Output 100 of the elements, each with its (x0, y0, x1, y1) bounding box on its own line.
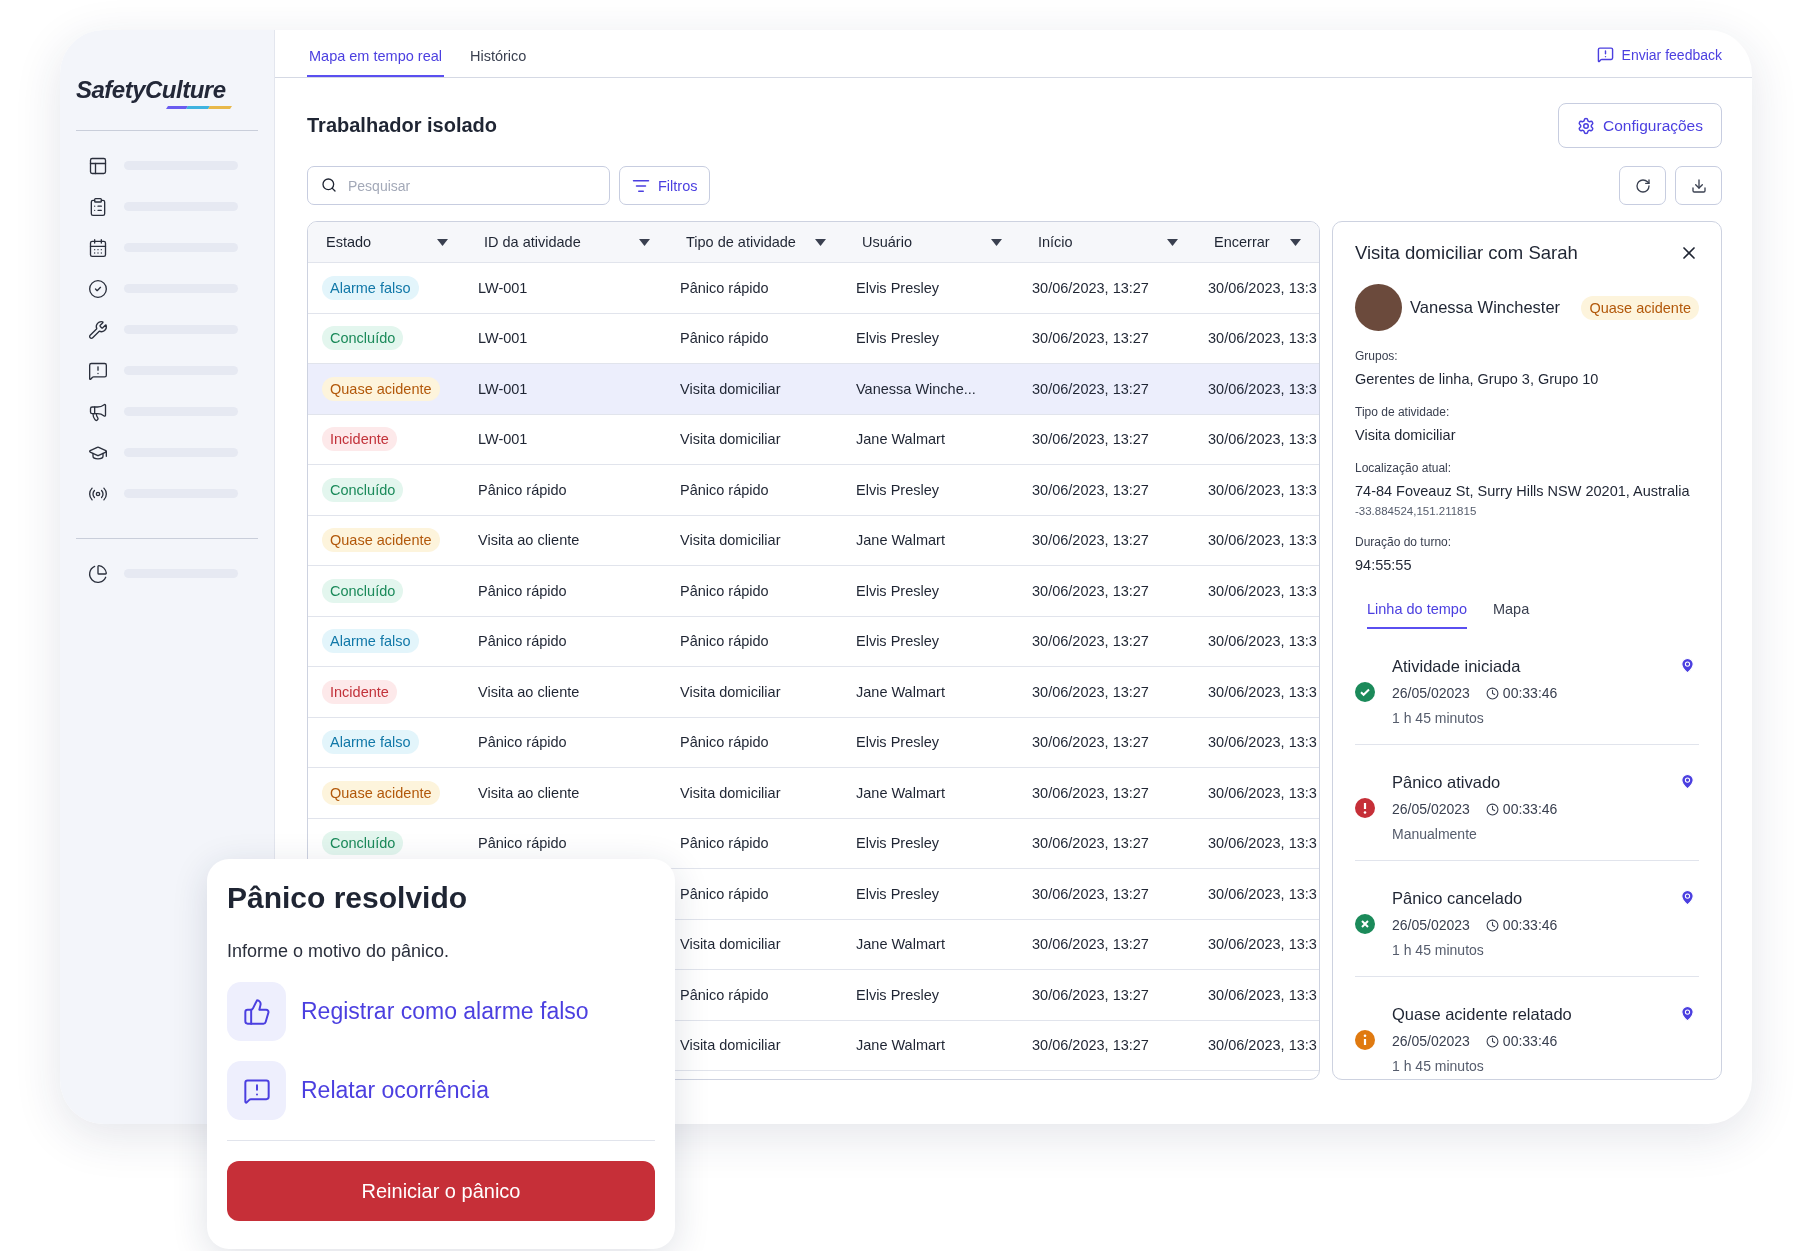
table-cell: Pânico rápido (478, 734, 567, 751)
table-cell: 30/06/2023, 13:27 (1032, 431, 1149, 448)
table-cell: 30/06/2023, 13:3 (1208, 279, 1317, 296)
table-cell: 30/06/2023, 13:27 (1032, 582, 1149, 599)
table-cell: Pânico rápido (478, 835, 567, 852)
table-cell: Visita ao cliente (478, 532, 580, 549)
table-cell: Visita ao cliente (478, 784, 580, 801)
table-cell: LW-001 (478, 279, 528, 296)
table-cell: Elvis Presley (856, 885, 939, 902)
table-cell: 30/06/2023, 13:3 (1208, 431, 1317, 448)
table-cell: Pânico rápido (478, 633, 567, 650)
table-cell: 30/06/2023, 13:27 (1032, 532, 1149, 549)
status-tag: Quase acidente (322, 780, 440, 805)
event-date: 26/05/02023 (1392, 685, 1470, 701)
field-value: 94:55:55 (1355, 557, 1413, 573)
table-cell: Pânico rápido (478, 481, 567, 498)
table-cell: Pânico rápido (680, 835, 769, 852)
event-title: Pânico cancelado (1392, 889, 1524, 908)
status-tag: Alarme falso (322, 629, 419, 654)
table-cell: 30/06/2023, 13:3 (1208, 582, 1317, 599)
status-tag: Incidente (322, 427, 397, 452)
table-cell: LW-001 (478, 380, 528, 397)
table-cell: Visita domiciliar (680, 683, 781, 700)
table-cell: Jane Walmart (856, 1037, 945, 1054)
table-cell: Visita domiciliar (680, 431, 781, 448)
table-cell: 30/06/2023, 13:3 (1208, 633, 1317, 650)
table-cell: 30/06/2023, 13:3 (1208, 936, 1317, 953)
event-note: 1 h 45 minutos (1392, 1058, 1485, 1074)
event-time: 00:33:46 (1502, 801, 1558, 817)
table-cell: 30/06/2023, 13:3 (1208, 885, 1317, 902)
field-value: Visita domiciliar (1355, 427, 1457, 443)
event-time: 00:33:46 (1502, 1033, 1558, 1049)
table-cell: LW-001 (478, 431, 528, 448)
event-date: 26/05/02023 (1392, 917, 1470, 933)
table-cell: Visita ao cliente (478, 683, 580, 700)
table-cell: 30/06/2023, 13:3 (1208, 784, 1317, 801)
status-tag: Alarme falso (322, 730, 419, 755)
status-tag: Concluído (322, 326, 404, 351)
table-cell: Pânico rápido (680, 986, 769, 1003)
table-cell: 30/06/2023, 13:27 (1032, 481, 1149, 498)
field-label: Localização atual: (1355, 461, 1453, 475)
status-tag: Alarme falso (322, 275, 419, 300)
event-title: Quase acidente relatado (1392, 1005, 1573, 1024)
table-cell: 30/06/2023, 13:27 (1032, 835, 1149, 852)
table-cell: Jane Walmart (856, 683, 945, 700)
table-cell: Vanessa Winche... (856, 380, 976, 397)
table-cell: 30/06/2023, 13:3 (1208, 380, 1317, 397)
status-tag: Quase acidente (1581, 295, 1699, 320)
event-note: 1 h 45 minutos (1392, 710, 1485, 726)
table-cell: Elvis Presley (856, 734, 939, 751)
table-cell: 30/06/2023, 13:27 (1032, 936, 1149, 953)
person-name: Vanessa Winchester (1410, 298, 1562, 317)
table-cell: Elvis Presley (856, 835, 939, 852)
event-date: 26/05/02023 (1392, 1033, 1470, 1049)
table-cell: Visita domiciliar (680, 784, 781, 801)
table-cell: 30/06/2023, 13:27 (1032, 885, 1149, 902)
status-tag: Concluído (322, 831, 404, 856)
table-cell: Visita domiciliar (680, 380, 781, 397)
status-tag: Incidente (322, 679, 397, 704)
table-cell: Jane Walmart (856, 936, 945, 953)
status-tag: Concluído (322, 578, 404, 603)
table-cell: Visita domiciliar (680, 1037, 781, 1054)
table-cell: 30/06/2023, 13:27 (1032, 683, 1149, 700)
table-cell: 30/06/2023, 13:27 (1032, 784, 1149, 801)
table-cell: 30/06/2023, 13:27 (1032, 330, 1149, 347)
event-time: 00:33:46 (1502, 917, 1558, 933)
event-date: 26/05/02023 (1392, 801, 1470, 817)
table-cell: Elvis Presley (856, 986, 939, 1003)
table-cell: Visita domiciliar (680, 532, 781, 549)
status-tag: Concluído (322, 477, 404, 502)
field-value: 74-84 Foveauz St, Surry Hills NSW 20201, Australia (1355, 483, 1691, 499)
table-cell: 30/06/2023, 13:27 (1032, 279, 1149, 296)
table-cell: Elvis Presley (856, 481, 939, 498)
table-cell: Elvis Presley (856, 279, 939, 296)
table-cell: Visita domiciliar (680, 936, 781, 953)
table-cell: 30/06/2023, 13:27 (1032, 633, 1149, 650)
table-cell: 30/06/2023, 13:27 (1032, 380, 1149, 397)
coordinates: -33.884524,151.211815 (1355, 505, 1478, 517)
page-title: Trabalhador isolado (307, 114, 498, 137)
table-cell: 30/06/2023, 13:3 (1208, 532, 1317, 549)
table-cell: LW-001 (478, 330, 528, 347)
event-time: 00:33:46 (1502, 685, 1558, 701)
table-cell: Pânico rápido (680, 734, 769, 751)
logo: SafetyCulture (76, 56, 258, 130)
table-cell: Jane Walmart (856, 784, 945, 801)
event-title: Atividade iniciada (1392, 657, 1522, 676)
table-cell: Elvis Presley (856, 330, 939, 347)
table-cell: Pânico rápido (680, 885, 769, 902)
event-title: Pânico ativado (1392, 773, 1502, 792)
field-label: Tipo de atividade: (1355, 405, 1451, 419)
table-cell: 30/06/2023, 13:3 (1208, 835, 1317, 852)
table-cell: Jane Walmart (856, 431, 945, 448)
table-cell: 30/06/2023, 13:27 (1032, 734, 1149, 751)
table-cell: 30/06/2023, 13:3 (1208, 986, 1317, 1003)
table-cell: Pânico rápido (680, 330, 769, 347)
event-note: Manualmente (1392, 826, 1478, 842)
table-cell: 30/06/2023, 13:27 (1032, 1037, 1149, 1054)
table-cell: 30/06/2023, 13:27 (1032, 986, 1149, 1003)
status-tag: Quase acidente (322, 376, 440, 401)
status-tag: Quase acidente (322, 528, 440, 553)
